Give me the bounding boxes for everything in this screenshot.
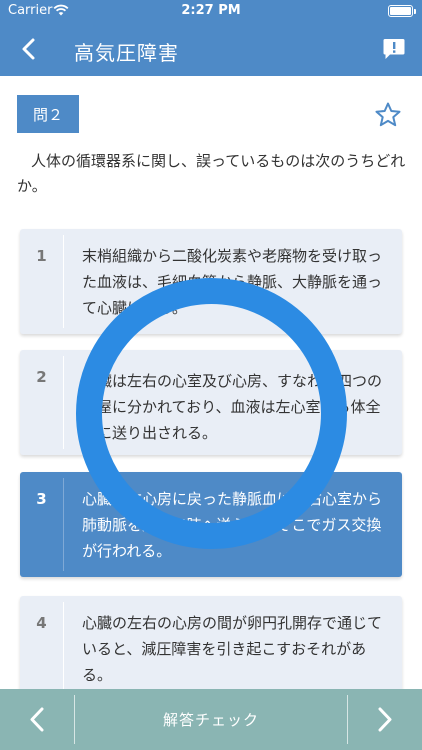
star-outline-icon (375, 102, 401, 127)
choice-text: 心臓は左右の心室及び心房、すなわち四つの部屋に分かれており、血液は左心室から体全… (82, 372, 383, 442)
chevron-left-icon (22, 38, 35, 60)
choice-text: 末梢組織から二酸化炭素や老廃物を受け取った血液は、毛細血管から静脈、大静脈を通っ… (82, 247, 383, 317)
question-text: 人体の循環器系に関し、誤っているものは次のうちどれか。 (17, 152, 406, 195)
previous-question-button[interactable] (0, 689, 74, 750)
bottom-toolbar: 解答チェック (0, 689, 422, 750)
battery-icon (388, 5, 416, 17)
favorite-button[interactable] (374, 101, 402, 129)
status-bar: Carrier 2:27 PM (0, 0, 422, 22)
choice-number: 4 (36, 614, 47, 632)
choice-divider (63, 478, 64, 571)
choice-divider (63, 235, 64, 328)
page-title: 高気圧障害 (74, 41, 179, 65)
nav-bar: 高気圧障害 (0, 22, 422, 76)
chevron-right-icon (378, 707, 392, 732)
choice-1[interactable]: 1 末梢組織から二酸化炭素や老廃物を受け取った血液は、毛細血管から静脈、大静脈を… (20, 229, 402, 334)
choice-number: 2 (36, 368, 47, 386)
report-bubble-icon (383, 39, 405, 59)
question-number-badge: 問２ (17, 95, 79, 133)
choice-text: 心臓の右心房に戻った静脈血は、右心室から肺動脈を通って肺へ送られ、そこでガス交換… (82, 490, 383, 560)
choice-divider (63, 356, 64, 449)
choice-2[interactable]: 2 心臓は左右の心室及び心房、すなわち四つの部屋に分かれており、血液は左心室から… (20, 350, 402, 455)
chevron-left-icon (30, 707, 44, 732)
next-question-button[interactable] (348, 689, 422, 750)
choice-divider (63, 602, 64, 700)
report-button[interactable] (382, 37, 406, 61)
choice-3[interactable]: 3 心臓の右心房に戻った静脈血は、右心室から肺動脈を通って肺へ送られ、そこでガス… (20, 472, 402, 577)
back-button[interactable] (14, 34, 44, 64)
choice-text: 心臓の左右の心房の間が卵円孔開存で通じていると、減圧障害を引き起こすおそれがある… (82, 614, 383, 684)
status-time: 2:27 PM (181, 3, 241, 18)
choice-number: 3 (36, 490, 47, 508)
choice-number: 1 (36, 247, 47, 265)
check-answer-button[interactable]: 解答チェック (75, 689, 347, 750)
